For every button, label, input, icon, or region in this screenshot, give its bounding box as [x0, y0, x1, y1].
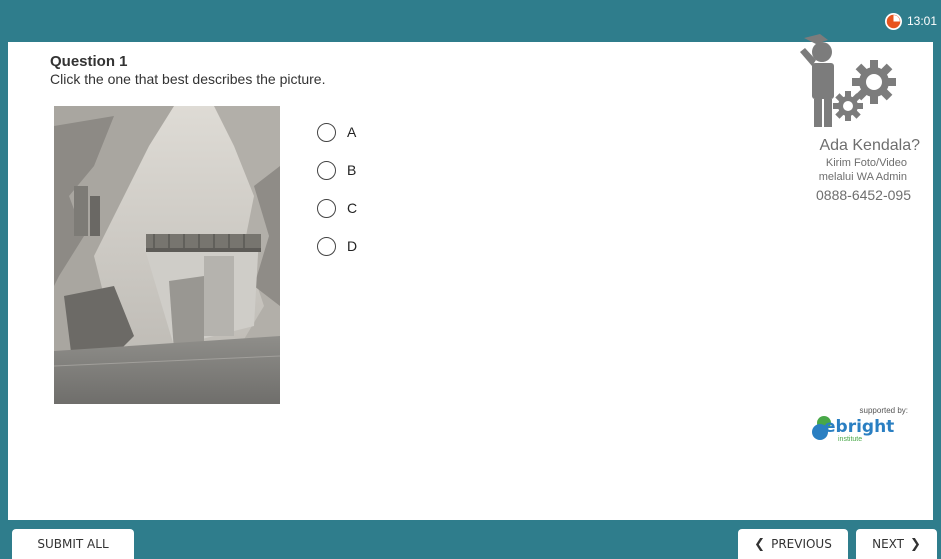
chevron-right-icon: ❯ — [910, 536, 921, 552]
option-c[interactable]: C — [317, 197, 357, 219]
option-d[interactable]: D — [317, 235, 357, 257]
stopwatch-icon — [884, 12, 902, 30]
previous-button[interactable]: ❮ PREVIOUS — [738, 529, 848, 559]
help-line-2: melalui WA Admin — [818, 171, 907, 183]
radio-c[interactable] — [317, 198, 336, 218]
option-label: A — [347, 124, 357, 140]
timer-text: 13:01 — [906, 14, 937, 28]
option-label: C — [347, 200, 358, 216]
next-label: NEXT — [872, 537, 904, 551]
submit-all-label: SUBMIT ALL — [37, 537, 109, 551]
brand-name: ebright — [824, 417, 895, 437]
question-title: Question 1 — [50, 53, 128, 70]
sponsor-logo: supported by: ebright institute — [810, 405, 920, 445]
question-image — [54, 106, 280, 404]
previous-label: PREVIOUS — [771, 537, 832, 551]
option-label: B — [347, 162, 357, 178]
help-title: Ada Kendala? — [819, 137, 920, 154]
radio-b[interactable] — [317, 160, 336, 180]
timer: 13:01 — [884, 11, 937, 31]
radio-d[interactable] — [317, 236, 336, 256]
option-a[interactable]: A — [317, 121, 356, 143]
question-prompt: Click the one that best describes the pi… — [50, 71, 326, 87]
confused-person-gears-icon — [790, 30, 900, 130]
next-button[interactable]: NEXT ❯ — [856, 529, 937, 559]
supported-by-text: supported by: — [859, 406, 908, 415]
submit-all-button[interactable]: SUBMIT ALL — [12, 529, 134, 559]
help-line-1: Kirim Foto/Video — [825, 157, 907, 169]
option-label: D — [347, 238, 358, 254]
radio-a[interactable] — [317, 122, 336, 142]
help-phone: 0888-6452-095 — [816, 187, 911, 203]
option-b[interactable]: B — [317, 159, 356, 181]
chevron-left-icon: ❮ — [754, 536, 766, 552]
brand-sub: institute — [838, 436, 863, 443]
